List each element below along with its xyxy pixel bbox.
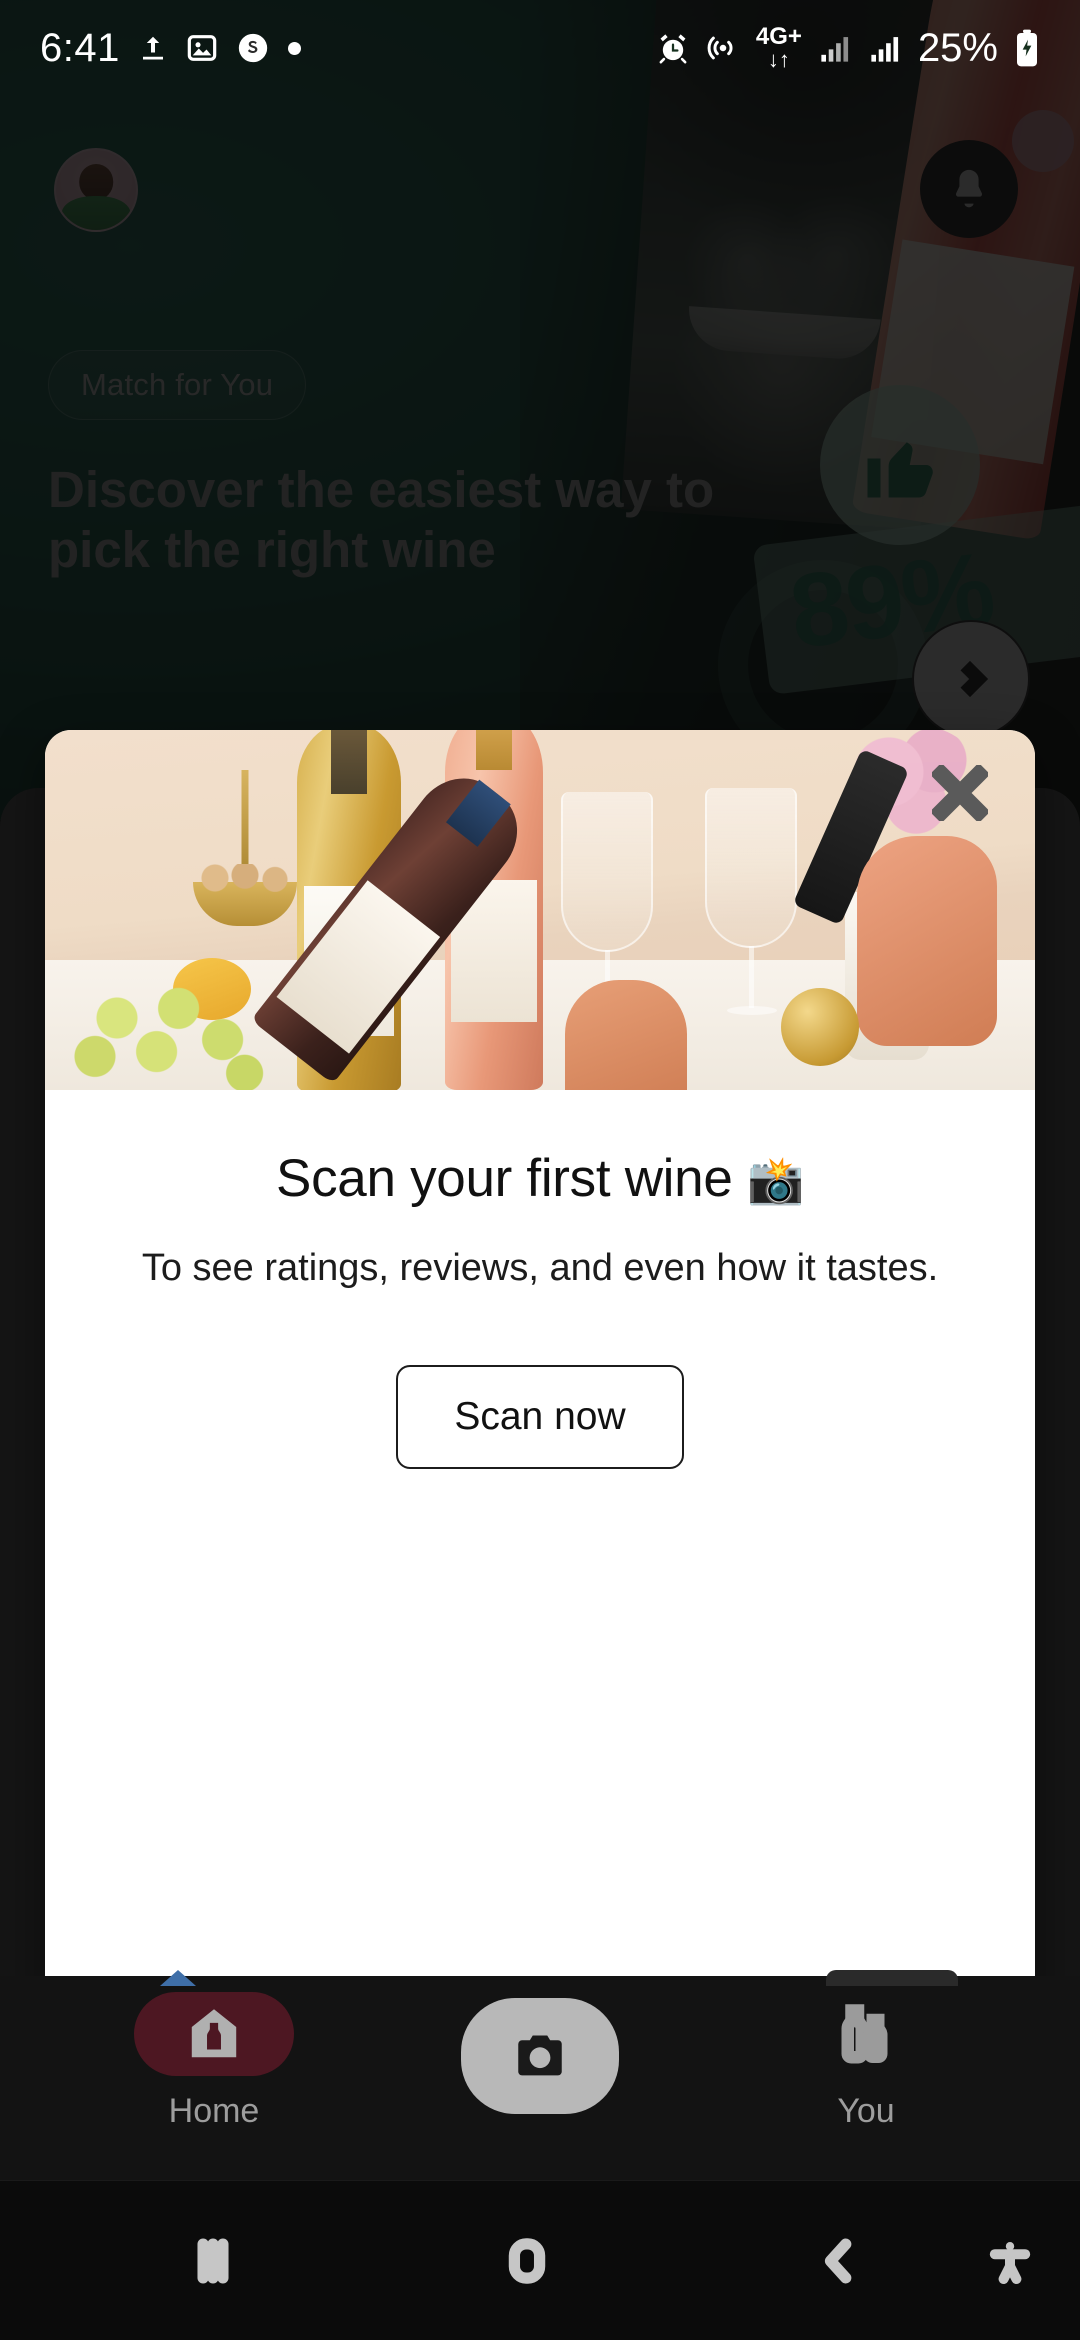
camera-flash-emoji: 📸 — [747, 1154, 804, 1206]
hand-holding-phone — [857, 836, 997, 1046]
back-button[interactable] — [812, 2234, 866, 2288]
image-icon — [186, 32, 218, 64]
network-type-indicator: 4G+ ↓↑ — [756, 25, 802, 71]
network-arrows: ↓↑ — [768, 49, 790, 71]
two-bottles-icon — [836, 2004, 896, 2064]
nav-tab-stub — [826, 1970, 958, 1986]
modal-subtitle: To see ratings, reviews, and even how it… — [101, 1243, 979, 1293]
close-x-icon — [932, 765, 988, 821]
status-time: 6:41 — [40, 26, 120, 71]
scan-now-button[interactable]: Scan now — [396, 1365, 683, 1469]
modal-hero-image — [45, 730, 1035, 1090]
battery-percent: 25% — [918, 26, 998, 71]
upload-icon — [138, 31, 168, 65]
status-bar-right: 4G+ ↓↑ 25% — [656, 25, 1040, 71]
recents-icon — [186, 2234, 240, 2288]
modal-title: Scan your first wine 📸 — [101, 1148, 979, 1209]
nav-item-you[interactable]: You — [726, 1992, 1006, 2131]
accessibility-icon — [986, 2237, 1034, 2285]
s-app-icon — [236, 31, 270, 65]
signal-bars-1 — [818, 33, 852, 63]
modal-title-text: Scan your first wine — [276, 1149, 732, 1208]
wine-glass — [705, 788, 797, 1028]
dot-indicator — [288, 42, 301, 55]
close-button[interactable] — [927, 760, 993, 826]
scan-now-label: Scan now — [454, 1395, 625, 1439]
camera-icon — [511, 2027, 569, 2085]
home-button[interactable] — [500, 2234, 554, 2288]
home-bottle-icon — [183, 2003, 245, 2065]
scroll-caret-icon — [160, 1970, 196, 1986]
status-bar: 6:41 4G+ ↓↑ 25% — [0, 0, 1080, 96]
home-square-icon — [500, 2234, 554, 2288]
hand-holding-bottle — [565, 980, 687, 1090]
scan-first-wine-modal: Scan your first wine 📸 To see ratings, r… — [45, 730, 1035, 2068]
grapes — [51, 970, 271, 1090]
nav-icon-wrap — [786, 1992, 946, 2076]
status-bar-left: 6:41 — [40, 26, 301, 71]
scan-camera-button[interactable] — [461, 1998, 619, 2114]
hotspot-icon — [706, 31, 740, 65]
bottom-navigation: Home You — [0, 1976, 1080, 2180]
signal-bars-2 — [868, 33, 902, 63]
nav-label-home: Home — [74, 2092, 354, 2131]
back-chevron-icon — [812, 2234, 866, 2288]
nav-active-pill — [134, 1992, 294, 2076]
nuts — [195, 864, 295, 892]
alarm-icon — [656, 31, 690, 65]
battery-charging-icon — [1014, 28, 1040, 68]
nav-label-you: You — [726, 2092, 1006, 2131]
system-navigation-bar — [0, 2180, 1080, 2340]
network-label: 4G+ — [756, 25, 802, 49]
recents-button[interactable] — [186, 2234, 240, 2288]
phone-screen: 89% Match for You Discover the easiest w… — [0, 0, 1080, 2340]
accessibility-button[interactable] — [986, 2237, 1034, 2285]
nav-item-home[interactable]: Home — [74, 1992, 354, 2131]
modal-content: Scan your first wine 📸 To see ratings, r… — [45, 1090, 1035, 1533]
gold-ornament — [781, 988, 859, 1066]
